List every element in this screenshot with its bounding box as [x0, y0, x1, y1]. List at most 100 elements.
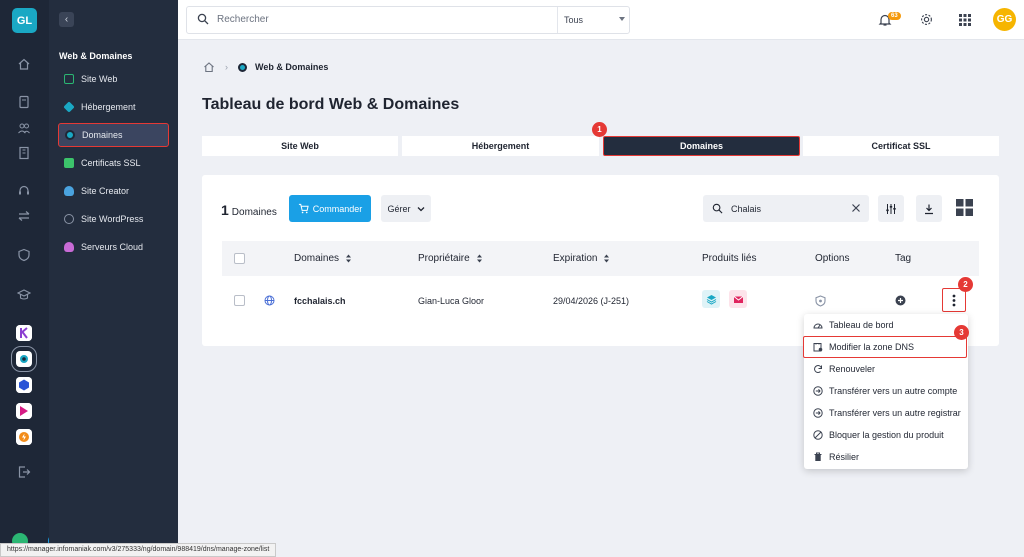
transfer-icon[interactable] [17, 209, 31, 223]
download-icon [925, 204, 933, 214]
gear-icon[interactable] [919, 12, 934, 27]
add-tag-icon[interactable] [895, 295, 906, 306]
refresh-icon [814, 365, 822, 374]
cloud-icon [64, 186, 74, 196]
column-domaines[interactable]: Domaines [294, 253, 352, 264]
block-icon [813, 430, 823, 440]
select-all-checkbox[interactable] [234, 253, 245, 264]
app-kchat-icon[interactable] [16, 325, 32, 341]
sidebar-item-hebergement[interactable]: Hébergement [58, 95, 169, 119]
sidebar-section-title: Web & Domaines [59, 51, 133, 61]
menu-item-transferer-registrar[interactable]: Transférer vers un autre registrar [804, 402, 968, 424]
sidebar-item-domaines[interactable]: Domaines [58, 123, 169, 147]
global-search[interactable]: Rechercher Tous [186, 6, 630, 34]
domains-count-label: Domaines [231, 207, 277, 218]
home-icon[interactable] [17, 57, 31, 71]
chevron-down-icon [619, 17, 625, 21]
collapse-sidebar-button[interactable]: ‹ [59, 12, 74, 27]
hosting-icon [63, 101, 75, 113]
column-expiration[interactable]: Expiration [553, 253, 610, 264]
sidebar-item-label: Site Web [81, 74, 118, 84]
menu-item-bloquer-gestion[interactable]: Bloquer la gestion du produit [804, 424, 968, 446]
column-produits-lies: Produits liés [702, 253, 757, 264]
lock-icon [64, 158, 74, 168]
order-button-label: Commander [312, 203, 363, 214]
menu-item-renouveler[interactable]: Renouveler [804, 358, 968, 380]
breadcrumb-separator: › [225, 62, 228, 72]
column-options: Options [815, 253, 850, 264]
dashboard-icon [813, 323, 823, 329]
account-logo[interactable]: GL [12, 8, 37, 33]
sidebar-item-label: Certificats SSL [81, 158, 141, 168]
tab-domaines[interactable]: Domaines [603, 136, 800, 156]
column-proprietaire[interactable]: Propriétaire [418, 253, 483, 264]
step-marker-3: 3 [954, 325, 969, 340]
menu-item-tableau-de-bord[interactable]: Tableau de bord [804, 314, 968, 336]
logout-icon[interactable] [17, 465, 31, 479]
search-scope-select[interactable]: Tous [557, 7, 631, 33]
app-web-domains-icon[interactable] [11, 346, 37, 372]
support-icon[interactable] [17, 184, 31, 198]
tab-hebergement[interactable]: Hébergement [402, 136, 599, 156]
users-icon[interactable] [17, 121, 31, 135]
sidebar-item-label: Hébergement [81, 102, 136, 112]
shield-icon[interactable] [815, 295, 826, 307]
top-bar: Rechercher Tous 63 GG [178, 0, 1024, 40]
filter-settings-button[interactable] [878, 195, 904, 222]
menu-item-label: Résilier [829, 452, 860, 462]
manage-button[interactable]: Gérer [381, 195, 431, 222]
tab-certificat-ssl[interactable]: Certificat SSL [803, 136, 999, 156]
menu-item-transferer-compte[interactable]: Transférer vers un autre compte [804, 380, 968, 402]
row-actions-menu: Tableau de bord Modifier la zone DNS Ren… [803, 314, 968, 469]
sidebar-item-certificats-ssl[interactable]: Certificats SSL [58, 151, 169, 175]
search-scope-value: Tous [564, 15, 584, 25]
shield-icon[interactable] [17, 248, 31, 262]
sidebar-item-serveurs-cloud[interactable]: Serveurs Cloud [58, 235, 169, 259]
row-checkbox[interactable] [234, 295, 245, 306]
grid-view-icon[interactable] [956, 199, 973, 216]
sliders-icon [886, 203, 896, 214]
calculator-icon[interactable] [17, 95, 31, 109]
app-kdrive-icon[interactable] [16, 403, 32, 419]
manage-button-label: Gérer [387, 203, 411, 214]
tab-site-web[interactable]: Site Web [202, 136, 398, 156]
website-icon [64, 74, 74, 84]
sidebar-item-label: Domaines [82, 130, 123, 140]
sidebar-item-label: Site Creator [81, 186, 130, 196]
breadcrumb-current[interactable]: Web & Domaines [255, 62, 328, 72]
sidebar-item-site-web[interactable]: Site Web [58, 67, 169, 91]
menu-item-label: Tableau de bord [829, 320, 894, 330]
sidebar-item-label: Site WordPress [81, 214, 144, 224]
table-header: Domaines Propriétaire Expiration Produit… [222, 241, 979, 276]
avatar[interactable]: GG [993, 8, 1016, 31]
home-icon[interactable] [203, 61, 215, 73]
sidebar-item-site-creator[interactable]: Site Creator [58, 179, 169, 203]
menu-item-resilier[interactable]: Résilier [804, 446, 968, 468]
graduation-icon[interactable] [16, 288, 32, 302]
sort-icon [346, 254, 352, 263]
search-icon [197, 13, 209, 25]
linked-mail-icon[interactable] [729, 290, 747, 308]
status-bar-url: https://manager.infomaniak.com/v3/275333… [0, 543, 277, 557]
menu-item-label: Transférer vers un autre compte [829, 386, 958, 396]
linked-hosting-icon[interactable] [702, 290, 720, 308]
export-button[interactable] [916, 195, 942, 222]
building-icon[interactable] [17, 146, 31, 160]
sort-icon [604, 254, 610, 263]
domains-count: 1 Domaines [221, 202, 277, 218]
menu-item-modifier-zone-dns[interactable]: Modifier la zone DNS [803, 336, 967, 358]
close-icon[interactable] [851, 203, 861, 213]
sidebar-item-site-wordpress[interactable]: Site WordPress [58, 207, 169, 231]
breadcrumb: › Web & Domaines [203, 61, 328, 73]
domain-filter-input[interactable]: Chalais [731, 204, 761, 214]
apps-grid-icon[interactable] [958, 13, 972, 27]
domains-count-number: 1 [221, 202, 229, 218]
section-sidebar: ‹ Web & Domaines Site Web Hébergement Do… [49, 0, 178, 557]
domain-name-link[interactable]: fcchalais.ch [294, 296, 346, 306]
domain-filter-field[interactable]: Chalais [703, 195, 869, 222]
globe-icon [264, 295, 275, 306]
search-input[interactable]: Rechercher [217, 14, 269, 25]
order-button[interactable]: Commander [289, 195, 371, 222]
app-swisstransfer-icon[interactable] [16, 429, 32, 445]
app-hosting-icon[interactable] [16, 377, 32, 393]
